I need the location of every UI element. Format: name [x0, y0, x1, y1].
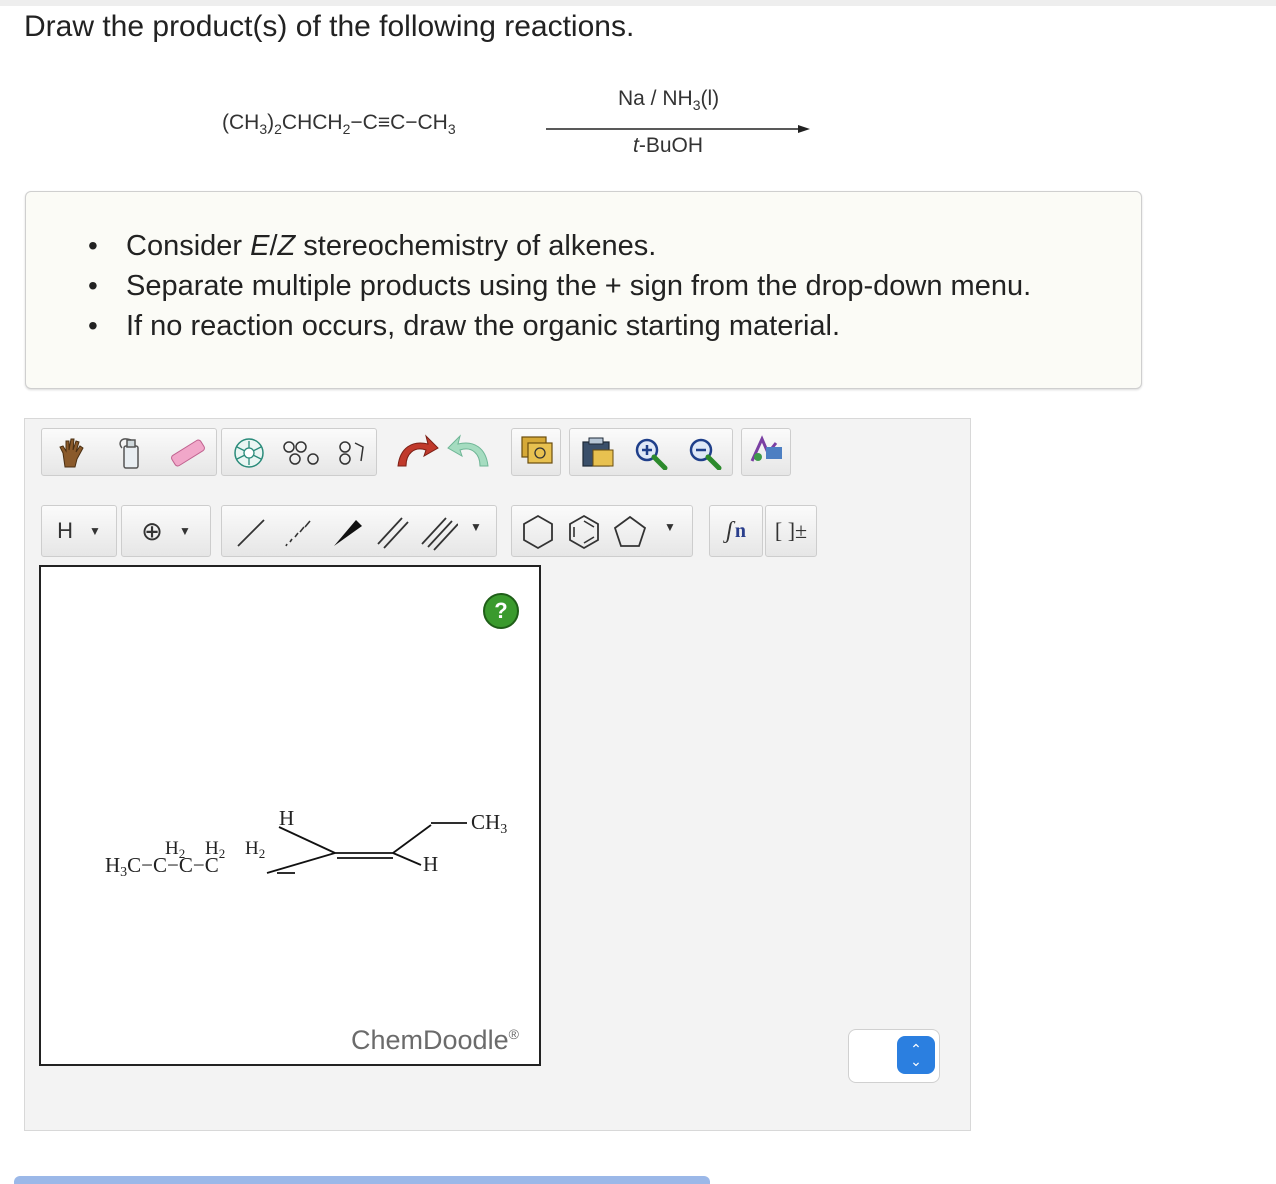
- redo-icon[interactable]: [443, 430, 497, 474]
- chemdoodle-watermark: ChemDoodle®: [351, 1025, 519, 1055]
- tool-group-templates: [221, 428, 377, 476]
- expand-icon: ⌃ ⌄: [897, 1036, 935, 1074]
- molecule-drawing: H H CH3 H3C−C−C−C H2 H2 H2: [105, 806, 507, 880]
- cyclopentane-icon[interactable]: [610, 512, 650, 552]
- atom-h3c: H3C−C−C−C: [105, 853, 219, 880]
- hashed-bond-icon[interactable]: [278, 512, 318, 552]
- copy-tool[interactable]: [511, 428, 561, 476]
- sgroup-tool[interactable]: ʃ n: [709, 505, 763, 557]
- double-bond-icon[interactable]: [372, 512, 412, 552]
- wedge-bond-icon[interactable]: [326, 512, 366, 552]
- caret-down-icon: ▼: [89, 524, 101, 538]
- caret-down-icon[interactable]: ▼: [470, 520, 482, 534]
- bond-tools: ▼: [221, 505, 497, 557]
- charge-plus-icon: ⊕: [141, 515, 163, 546]
- undo-icon[interactable]: [389, 430, 443, 474]
- sgroup-icon: ʃ: [725, 517, 733, 544]
- reagent-above-arrow: Na / NH3(l): [618, 87, 720, 114]
- charge-dropdown[interactable]: ⊕ ▼: [121, 505, 211, 557]
- h2-label: H2: [205, 838, 225, 861]
- atom-h-top: H: [279, 806, 294, 830]
- caret-down-icon: ▼: [178, 524, 191, 538]
- view-toggle[interactable]: ⌃ ⌄: [848, 1029, 940, 1083]
- single-bond-icon[interactable]: [230, 512, 270, 552]
- instructions-list: Consider E/Z stereochemistry of alkenes.…: [88, 226, 1031, 346]
- cyclohexane-icon[interactable]: [518, 512, 558, 552]
- reactant-formula: (CH3)2CHCH2−C≡C−CH3: [222, 111, 456, 138]
- lasso-icon[interactable]: [102, 433, 158, 473]
- reagent-below-arrow: t-BuOH: [633, 134, 704, 157]
- question-text: Draw the product(s) of the following rea…: [24, 10, 635, 43]
- atom-label-icon: [746, 433, 786, 472]
- eraser-icon[interactable]: [160, 433, 216, 473]
- zoom-out-icon[interactable]: [680, 433, 730, 473]
- element-label: H: [57, 518, 73, 543]
- top-divider: [0, 0, 1276, 6]
- bottom-bar: [14, 1176, 710, 1184]
- triple-bond-icon[interactable]: [418, 512, 459, 552]
- bracket-tool[interactable]: [ ]±: [765, 505, 817, 557]
- chemdoodle-editor: H ▼ ⊕ ▼ ▼ ▼ ʃ n []± ? H H CH3 H3C−C−C−C…: [24, 418, 971, 1131]
- drawing-canvas[interactable]: ? H H CH3 H3C−C−C−C H2 H2 H2 ChemDoodle®: [39, 565, 541, 1066]
- reaction-scheme: (CH3)2CHCH2−C≡C−CH3 Na / NH3(l) t-BuOH: [0, 70, 900, 180]
- tool-group-history: [389, 428, 497, 476]
- atom-map-icon[interactable]: [224, 433, 274, 473]
- atom-h-bottom: H: [423, 852, 438, 876]
- h2-label: H2: [245, 838, 265, 861]
- tool-group-view: [569, 428, 733, 476]
- atom-ch3: CH3: [471, 810, 507, 837]
- instruction-item: If no reaction occurs, draw the organic …: [88, 306, 1031, 346]
- zoom-in-icon[interactable]: [626, 433, 676, 473]
- ring-tools: ▼: [511, 505, 693, 557]
- sgroup-label: n: [734, 519, 746, 542]
- label-tool[interactable]: [741, 428, 791, 476]
- hand-icon[interactable]: [44, 433, 100, 473]
- copy-icon: [516, 433, 556, 472]
- instruction-item: Consider E/Z stereochemistry of alkenes.: [88, 226, 1031, 266]
- instructions-box: Consider E/Z stereochemistry of alkenes.…: [25, 191, 1142, 389]
- caret-down-icon[interactable]: ▼: [664, 520, 676, 534]
- ring-clean-icon[interactable]: [326, 433, 376, 473]
- paste-icon[interactable]: [572, 433, 622, 473]
- bracket-icon: [ ]±: [774, 518, 808, 543]
- clean-structure-icon[interactable]: [276, 433, 326, 473]
- h2-label: H2: [165, 838, 185, 861]
- benzene-icon[interactable]: [564, 512, 604, 552]
- hydrogen-dropdown[interactable]: H ▼: [41, 505, 117, 557]
- tool-group-select: [41, 428, 217, 476]
- instruction-item: Separate multiple products using the + s…: [88, 266, 1031, 306]
